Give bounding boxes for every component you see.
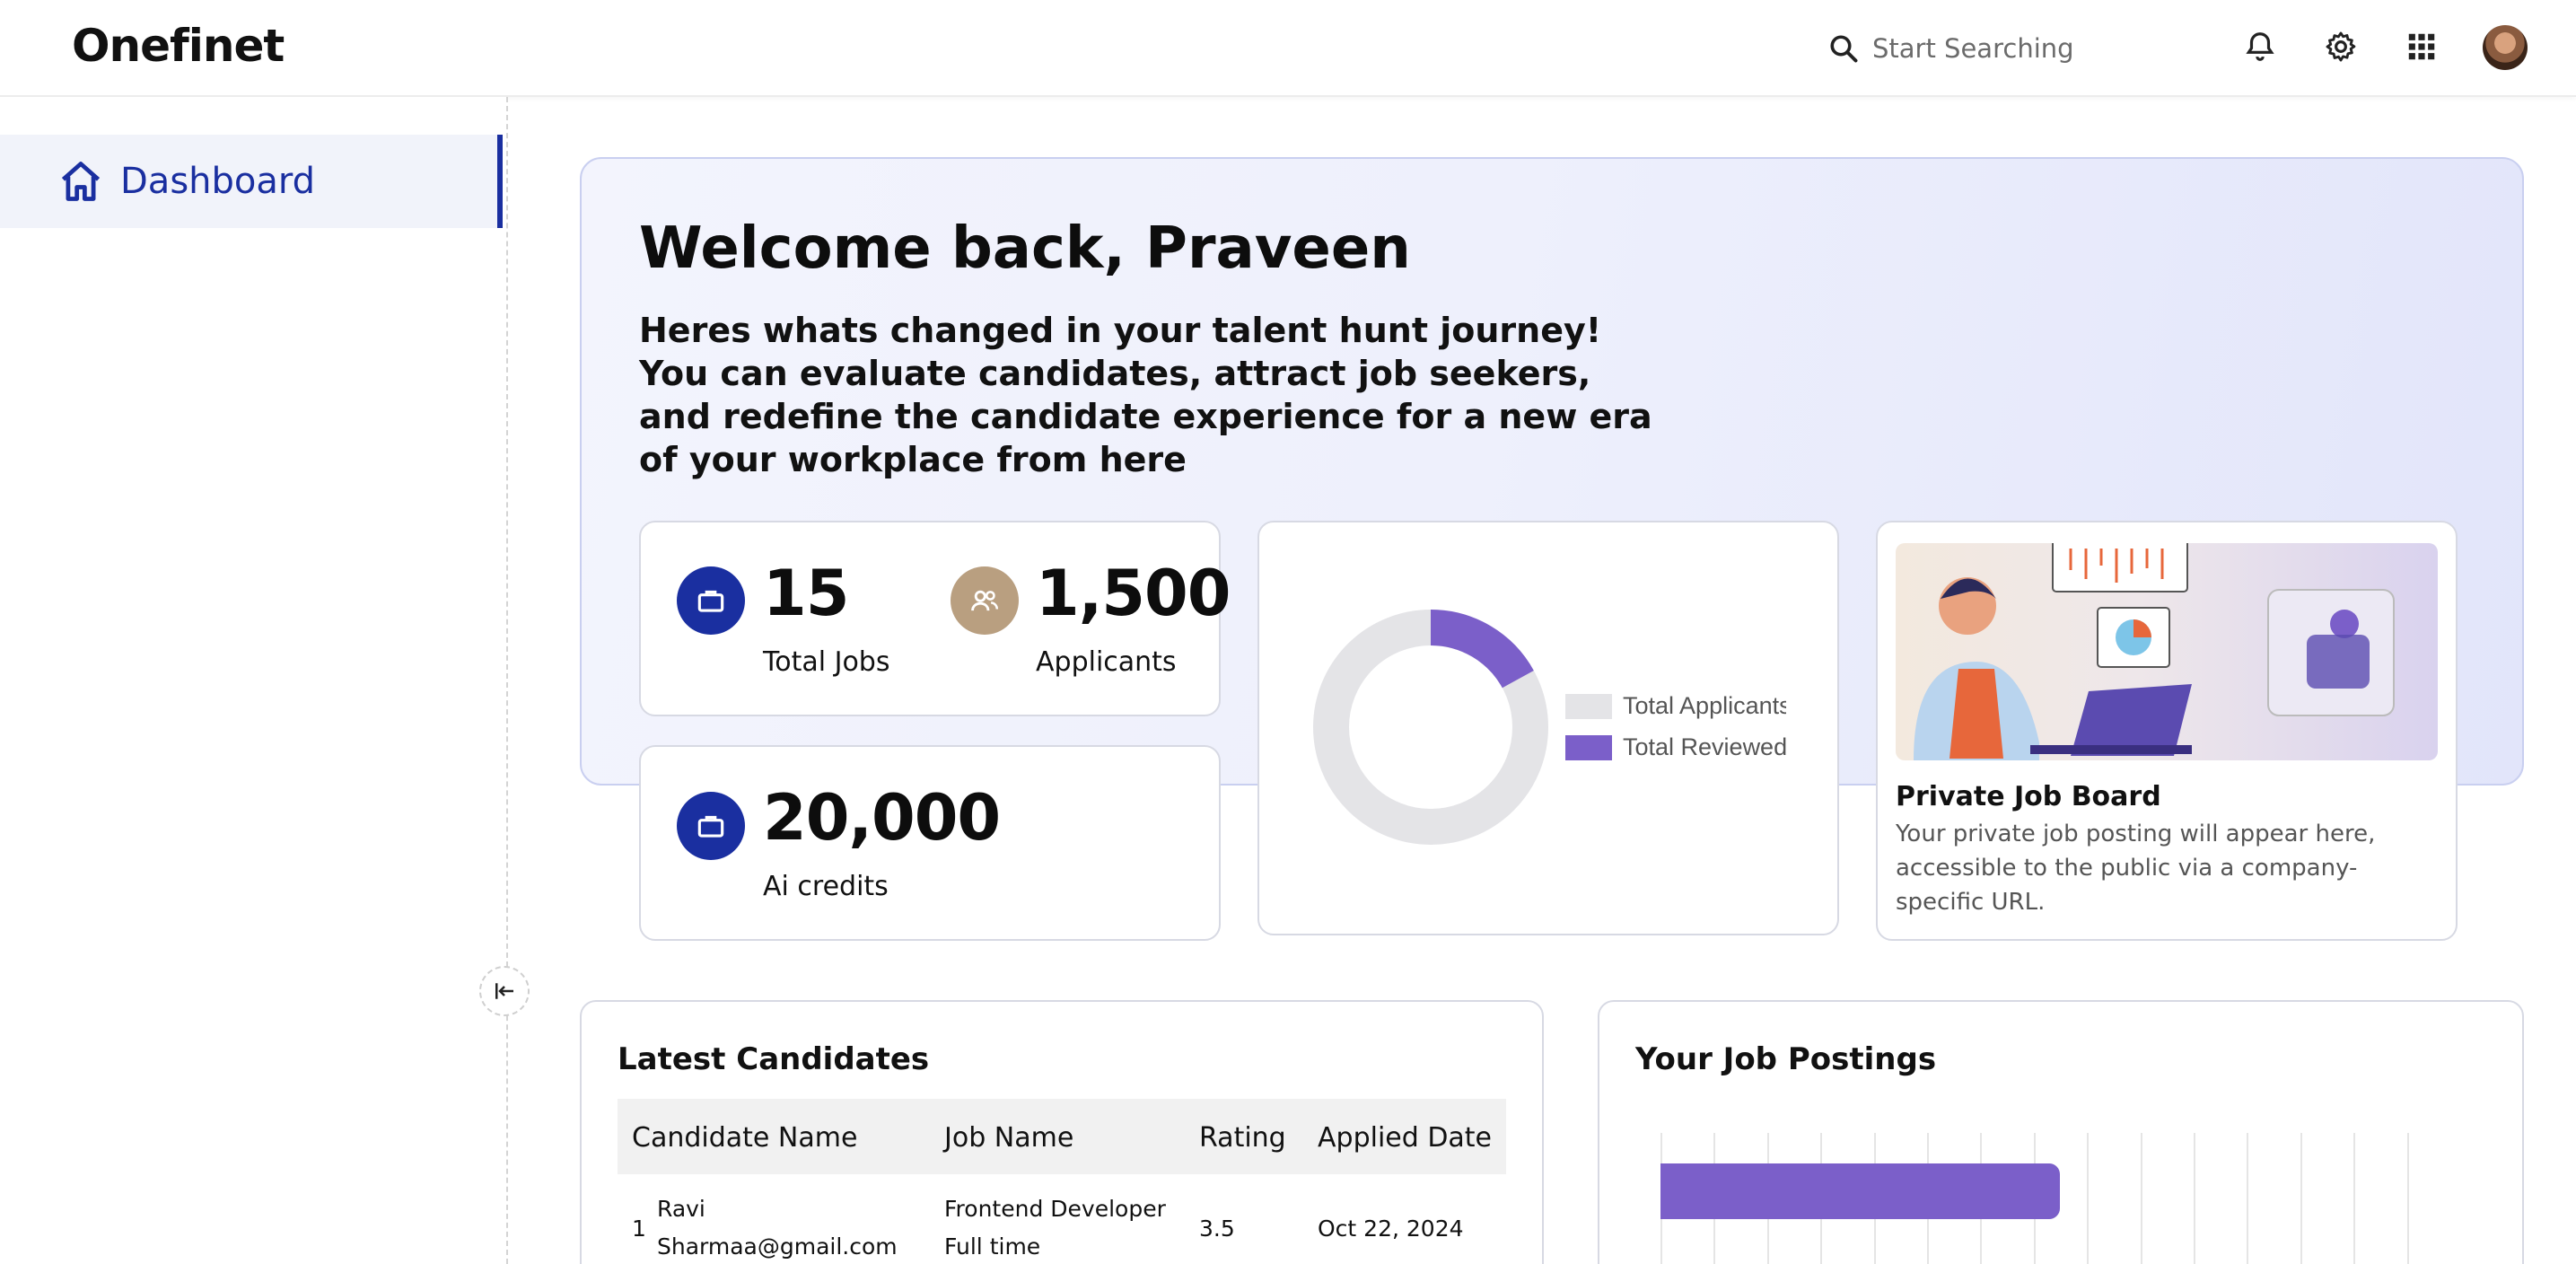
legend-label-total-reviewed: Total Reviewed (1623, 733, 1788, 760)
page-title: Welcome back, Praveen (639, 215, 1411, 282)
search-icon (1830, 35, 1858, 63)
applied-date: Oct 22, 2024 (1318, 1216, 1464, 1242)
column-header-rating[interactable]: Rating (1199, 1122, 1286, 1154)
sidebar: Dashboard (0, 97, 506, 1264)
job-type: Full time (944, 1233, 1041, 1260)
ai-credits-label: Ai credits (763, 871, 889, 902)
sidebar-divider (506, 97, 508, 1264)
top-bar: Onefinet (0, 0, 2576, 97)
candidate-name: Ravi (657, 1196, 705, 1222)
search-bar[interactable] (1827, 27, 2124, 70)
job-board-description: Your private job posting will appear her… (1896, 821, 2376, 916)
chart-grid-line (2247, 1133, 2248, 1264)
legend-swatch-total-reviewed (1565, 735, 1612, 760)
avatar[interactable] (2483, 25, 2528, 70)
chart-grid-line (2087, 1133, 2089, 1264)
job-board-illustration (1896, 543, 2438, 760)
briefcase-icon (697, 815, 724, 838)
users-icon (971, 590, 999, 611)
latest-candidates-title: Latest Candidates (618, 1041, 930, 1077)
gear-icon (2326, 31, 2356, 62)
active-indicator (497, 135, 503, 228)
brand-logo[interactable]: Onefinet (72, 20, 285, 72)
home-icon (61, 162, 101, 201)
applicants-value: 1,500 (1036, 557, 1231, 630)
apps-button[interactable] (2402, 27, 2441, 66)
collapse-sidebar-button[interactable] (479, 966, 530, 1016)
sidebar-item-label: Dashboard (120, 161, 316, 202)
applicants-badge (951, 566, 1019, 635)
total-jobs-value: 15 (763, 557, 849, 630)
chart-grid-line (2194, 1133, 2195, 1264)
job-postings-bar (1660, 1163, 2060, 1219)
apps-grid-icon (2408, 33, 2435, 60)
total-jobs-badge (677, 566, 745, 635)
legend-swatch-total-applicants (1565, 694, 1612, 719)
job-postings-card (1598, 1000, 2524, 1264)
ai-credits-value: 20,000 (763, 781, 1001, 855)
column-header-candidate-name[interactable]: Candidate Name (632, 1122, 857, 1154)
welcome-subtitle: Heres whats changed in your talent hunt … (639, 311, 1652, 479)
collapse-icon (495, 983, 513, 999)
column-header-job-name[interactable]: Job Name (944, 1122, 1073, 1154)
chart-grid-line (2407, 1133, 2409, 1264)
job-name: Frontend Developer (944, 1196, 1166, 1222)
row-index: 1 (632, 1216, 646, 1242)
settings-button[interactable] (2321, 27, 2361, 66)
applicants-donut-chart (1313, 610, 1548, 845)
candidate-rating: 3.5 (1199, 1216, 1235, 1242)
sidebar-item-dashboard[interactable]: Dashboard (0, 135, 503, 228)
chart-grid-line (2300, 1133, 2302, 1264)
job-postings-title: Your Job Postings (1635, 1041, 1937, 1077)
briefcase-icon (697, 590, 724, 612)
legend-label-total-applicants: Total Applicants (1623, 692, 1786, 719)
applicants-label: Applicants (1036, 646, 1177, 678)
total-jobs-label: Total Jobs (763, 646, 890, 678)
job-board-title: Private Job Board (1896, 781, 2161, 812)
bell-icon (2246, 32, 2274, 61)
search-input[interactable] (1872, 33, 2124, 64)
ai-credits-badge (677, 792, 745, 860)
notifications-button[interactable] (2240, 27, 2280, 66)
candidate-email: Sharmaa@gmail.com (657, 1233, 898, 1260)
chart-grid-line (2353, 1133, 2355, 1264)
column-header-applied-date[interactable]: Applied Date (1318, 1122, 1492, 1154)
chart-grid-line (2141, 1133, 2142, 1264)
